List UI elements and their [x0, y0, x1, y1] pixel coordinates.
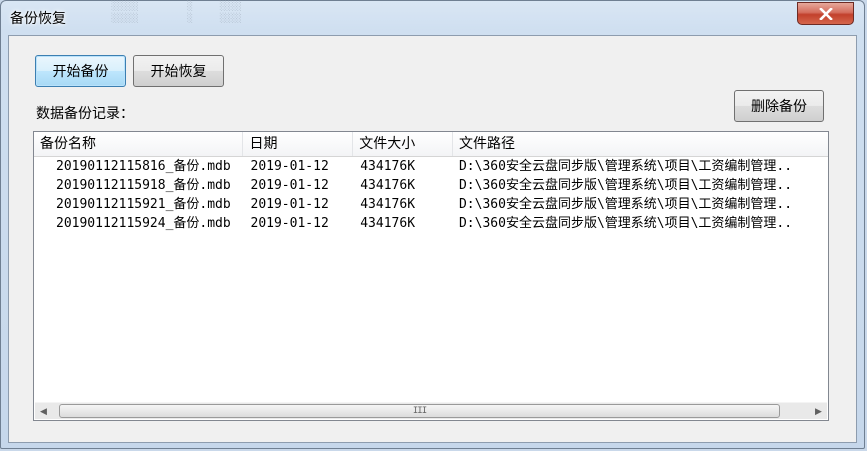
backup-records-label: 数据备份记录：: [36, 106, 134, 122]
arrow-left-icon[interactable]: ◀: [35, 403, 52, 420]
backup-records-list[interactable]: 备份名称 日期 文件大小 文件路径 20190112115816_备份.mdb …: [33, 131, 829, 421]
cell-name: 20190112115921_备份.mdb: [56, 197, 231, 212]
cell-size: 434176K: [360, 178, 416, 193]
cell-size: 434176K: [360, 159, 416, 174]
start-backup-button[interactable]: 开始备份: [35, 55, 126, 87]
background-window-artifact: ░░░░░ ░ ░░░░ ░░░░░ ░ ░░░░: [111, 2, 242, 24]
horizontal-scrollbar[interactable]: ◀ III ▶: [35, 402, 827, 419]
delete-backup-button[interactable]: 删除备份: [734, 90, 824, 122]
cell-size: 434176K: [360, 216, 416, 231]
cell-path: D:\360安全云盘同步版\管理系统\项目\工资编制管理..: [458, 159, 793, 174]
cell-date: 2019-01-12: [250, 197, 329, 212]
cell-name: 20190112115924_备份.mdb: [56, 216, 231, 231]
cell-date: 2019-01-12: [250, 216, 329, 231]
close-button[interactable]: [797, 2, 854, 25]
table-row[interactable]: 20190112115924_备份.mdb 2019-01-12 434176K…: [34, 214, 828, 233]
close-icon: [818, 7, 833, 20]
table-row[interactable]: 20190112115816_备份.mdb 2019-01-12 434176K…: [34, 157, 828, 176]
list-rows: 20190112115816_备份.mdb 2019-01-12 434176K…: [34, 157, 828, 233]
table-row[interactable]: 20190112115918_备份.mdb 2019-01-12 434176K…: [34, 176, 828, 195]
cell-name: 20190112115918_备份.mdb: [56, 178, 231, 193]
list-header: 备份名称 日期 文件大小 文件路径: [34, 132, 828, 157]
column-header-name[interactable]: 备份名称: [34, 132, 244, 156]
cell-size: 434176K: [360, 197, 416, 212]
scrollbar-thumb[interactable]: III: [59, 404, 780, 418]
cell-path: D:\360安全云盘同步版\管理系统\项目\工资编制管理..: [458, 216, 793, 231]
dialog-client-area: 开始备份 开始恢复 删除备份 数据备份记录： 备份名称 日期 文件大小 文件路径…: [8, 35, 857, 443]
table-row[interactable]: 20190112115921_备份.mdb 2019-01-12 434176K…: [34, 195, 828, 214]
column-header-date[interactable]: 日期: [243, 132, 354, 156]
backup-restore-window: ░░░░░ ░ ░░░░ ░░░░░ ░ ░░░░ 备份恢复 开始备份 开始恢复…: [0, 0, 865, 449]
cell-path: D:\360安全云盘同步版\管理系统\项目\工资编制管理..: [458, 197, 793, 212]
window-title: 备份恢复: [10, 11, 66, 27]
cell-path: D:\360安全云盘同步版\管理系统\项目\工资编制管理..: [458, 178, 793, 193]
cell-name: 20190112115816_备份.mdb: [56, 159, 231, 174]
cell-date: 2019-01-12: [250, 159, 329, 174]
column-header-size[interactable]: 文件大小: [353, 132, 453, 156]
arrow-right-icon[interactable]: ▶: [810, 403, 827, 420]
start-restore-button[interactable]: 开始恢复: [133, 55, 224, 87]
scrollbar-grip: III: [412, 406, 427, 416]
cell-date: 2019-01-12: [250, 178, 329, 193]
column-header-path[interactable]: 文件路径: [453, 132, 828, 156]
